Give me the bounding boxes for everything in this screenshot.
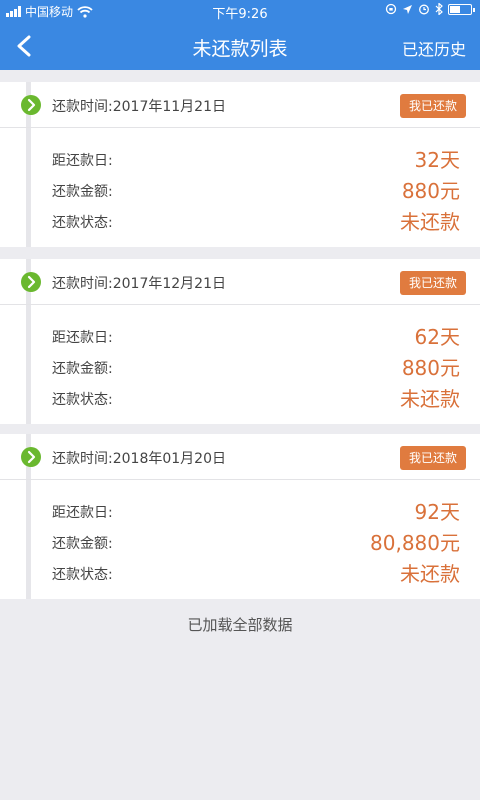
days-until-label: 距还款日: [52,153,113,169]
days-until-row: 距还款日: 92天 [52,496,460,524]
status-label: 还款状态: [52,392,113,408]
check-circle-icon [21,447,41,467]
repayment-history-button[interactable]: 已还历史 [402,36,466,60]
battery-icon [448,3,475,15]
status-value: 未还款 [400,562,460,586]
loan-card: 还款时间:2018年01月20日 我已还款 距还款日: 92天 还款金额: 80… [0,434,480,599]
days-until-label: 距还款日: [52,330,113,346]
days-until-value: 92天 [414,500,460,524]
amount-row: 还款金额: 880元 [52,352,460,380]
status-row: 还款状态: 未还款 [52,206,460,234]
location-icon [403,4,412,14]
chevron-left-icon [17,35,31,57]
days-until-value: 62天 [414,325,460,349]
all-loaded-footer: 已加载全部数据 [187,616,293,634]
card-header: 还款时间:2017年11月21日 我已还款 [0,82,480,128]
amount-label: 还款金额: [52,361,113,377]
amount-label: 还款金额: [52,184,113,200]
mark-paid-button[interactable]: 我已还款 [400,271,466,295]
amount-value: 880元 [401,356,460,380]
status-label: 还款状态: [52,215,113,231]
amount-row: 还款金额: 880元 [52,175,460,203]
days-until-value: 32天 [414,148,460,172]
amount-row: 还款金额: 80,880元 [52,527,460,555]
alarm-icon [419,4,429,15]
status-bar-right [385,3,475,15]
bluetooth-icon [435,3,443,15]
check-circle-icon [21,95,41,115]
navigation-bar: 未还款列表 已还历史 [0,22,480,70]
header-bar: 中国移动 下午9:26 未还款列表 已还历史 [0,0,480,70]
loan-card: 还款时间:2017年11月21日 我已还款 距还款日: 32天 还款金额: 88… [0,82,480,247]
mark-paid-button[interactable]: 我已还款 [400,446,466,470]
card-header: 还款时间:2018年01月20日 我已还款 [0,434,480,480]
amount-value: 880元 [401,179,460,203]
status-row: 还款状态: 未还款 [52,383,460,411]
due-date-label: 还款时间:2017年11月21日 [52,99,226,115]
due-date-label: 还款时间:2017年12月21日 [52,276,226,292]
status-value: 未还款 [400,210,460,234]
check-circle-icon [21,272,41,292]
days-until-row: 距还款日: 62天 [52,321,460,349]
status-bar: 中国移动 下午9:26 [0,0,480,22]
loan-card: 还款时间:2017年12月21日 我已还款 距还款日: 62天 还款金额: 88… [0,259,480,424]
days-until-label: 距还款日: [52,505,113,521]
amount-value: 80,880元 [370,531,460,555]
days-until-row: 距还款日: 32天 [52,144,460,172]
status-value: 未还款 [400,387,460,411]
status-label: 还款状态: [52,567,113,583]
due-date-label: 还款时间:2018年01月20日 [52,451,226,467]
card-header: 还款时间:2017年12月21日 我已还款 [0,259,480,305]
rotation-lock-icon [385,3,397,15]
back-button[interactable] [8,30,40,62]
amount-label: 还款金额: [52,536,113,552]
mark-paid-button[interactable]: 我已还款 [400,94,466,118]
status-row: 还款状态: 未还款 [52,558,460,586]
